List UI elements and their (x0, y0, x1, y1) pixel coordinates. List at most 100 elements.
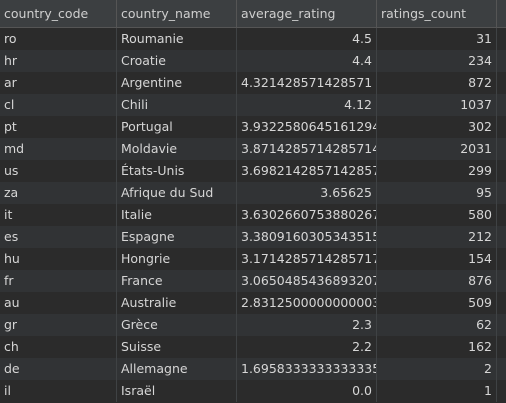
cell-average-rating[interactable]: 3.6982142857142857 (237, 160, 377, 182)
table-row[interactable]: de Allemagne 1.6958333333333335 2 (0, 358, 506, 380)
table-row[interactable]: pt Portugal 3.9322580645161294 302 (0, 116, 506, 138)
cell-filler (497, 336, 506, 358)
cell-ratings-count[interactable]: 302 (377, 116, 497, 138)
cell-ratings-count[interactable]: 299 (377, 160, 497, 182)
cell-ratings-count[interactable]: 580 (377, 204, 497, 226)
cell-country-code[interactable]: fr (0, 270, 117, 292)
table-row[interactable]: es Espagne 3.3809160305343515 212 (0, 226, 506, 248)
cell-country-code[interactable]: ro (0, 28, 117, 50)
cell-country-name[interactable]: Hongrie (117, 248, 237, 270)
cell-average-rating[interactable]: 2.3 (237, 314, 377, 336)
cell-ratings-count[interactable]: 872 (377, 72, 497, 94)
cell-country-code[interactable]: es (0, 226, 117, 248)
cell-country-name[interactable]: Espagne (117, 226, 237, 248)
cell-country-name[interactable]: Portugal (117, 116, 237, 138)
cell-country-code[interactable]: us (0, 160, 117, 182)
table-row[interactable]: cl Chili 4.12 1037 (0, 94, 506, 116)
table-row[interactable]: il Israël 0.0 1 (0, 380, 506, 402)
cell-country-name[interactable]: Suisse (117, 336, 237, 358)
cell-average-rating[interactable]: 3.3809160305343515 (237, 226, 377, 248)
cell-average-rating[interactable]: 0.0 (237, 380, 377, 402)
cell-filler (497, 72, 506, 94)
cell-country-name[interactable]: Allemagne (117, 358, 237, 380)
cell-country-name[interactable]: Chili (117, 94, 237, 116)
cell-country-name[interactable]: Italie (117, 204, 237, 226)
cell-filler (497, 94, 506, 116)
cell-country-name[interactable]: Grèce (117, 314, 237, 336)
cell-filler (497, 248, 506, 270)
cell-country-name[interactable]: Moldavie (117, 138, 237, 160)
cell-filler (497, 116, 506, 138)
cell-country-code[interactable]: za (0, 182, 117, 204)
table-row[interactable]: us États-Unis 3.6982142857142857 299 (0, 160, 506, 182)
cell-ratings-count[interactable]: 212 (377, 226, 497, 248)
cell-average-rating[interactable]: 3.0650485436893207 (237, 270, 377, 292)
cell-filler (497, 138, 506, 160)
cell-average-rating[interactable]: 4.5 (237, 28, 377, 50)
table-row[interactable]: za Afrique du Sud 3.65625 95 (0, 182, 506, 204)
cell-average-rating[interactable]: 2.8312500000000003 (237, 292, 377, 314)
table-row[interactable]: md Moldavie 3.8714285714285714 2031 (0, 138, 506, 160)
cell-average-rating[interactable]: 4.4 (237, 50, 377, 72)
cell-country-code[interactable]: it (0, 204, 117, 226)
cell-ratings-count[interactable]: 95 (377, 182, 497, 204)
cell-country-code[interactable]: gr (0, 314, 117, 336)
table-row[interactable]: au Australie 2.8312500000000003 509 (0, 292, 506, 314)
cell-average-rating[interactable]: 4.12 (237, 94, 377, 116)
cell-ratings-count[interactable]: 1037 (377, 94, 497, 116)
cell-country-code[interactable]: de (0, 358, 117, 380)
cell-country-code[interactable]: au (0, 292, 117, 314)
column-header-country-code[interactable]: country_code (0, 0, 117, 27)
column-header-ratings-count[interactable]: ratings_count (377, 0, 497, 27)
column-header-country-name[interactable]: country_name (117, 0, 237, 27)
cell-country-code[interactable]: hr (0, 50, 117, 72)
cell-ratings-count[interactable]: 154 (377, 248, 497, 270)
cell-average-rating[interactable]: 2.2 (237, 336, 377, 358)
cell-average-rating[interactable]: 3.6302660753880267 (237, 204, 377, 226)
table-row[interactable]: gr Grèce 2.3 62 (0, 314, 506, 336)
cell-ratings-count[interactable]: 234 (377, 50, 497, 72)
cell-ratings-count[interactable]: 62 (377, 314, 497, 336)
cell-country-name[interactable]: Argentine (117, 72, 237, 94)
cell-average-rating[interactable]: 3.65625 (237, 182, 377, 204)
cell-country-name[interactable]: Afrique du Sud (117, 182, 237, 204)
cell-country-code[interactable]: md (0, 138, 117, 160)
cell-filler (497, 204, 506, 226)
cell-ratings-count[interactable]: 2031 (377, 138, 497, 160)
cell-country-name[interactable]: Australie (117, 292, 237, 314)
cell-country-code[interactable]: ar (0, 72, 117, 94)
table-row[interactable]: hu Hongrie 3.1714285714285717 154 (0, 248, 506, 270)
table-row[interactable]: ro Roumanie 4.5 31 (0, 28, 506, 50)
cell-country-name[interactable]: Croatie (117, 50, 237, 72)
cell-average-rating[interactable]: 1.6958333333333335 (237, 358, 377, 380)
cell-country-code[interactable]: pt (0, 116, 117, 138)
cell-country-code[interactable]: hu (0, 248, 117, 270)
table-row[interactable]: hr Croatie 4.4 234 (0, 50, 506, 72)
cell-country-code[interactable]: ch (0, 336, 117, 358)
cell-average-rating[interactable]: 3.9322580645161294 (237, 116, 377, 138)
cell-average-rating[interactable]: 3.8714285714285714 (237, 138, 377, 160)
cell-country-code[interactable]: cl (0, 94, 117, 116)
cell-ratings-count[interactable]: 162 (377, 336, 497, 358)
cell-country-name[interactable]: États-Unis (117, 160, 237, 182)
cell-country-code[interactable]: il (0, 380, 117, 402)
table-header: country_code country_name average_rating… (0, 0, 506, 28)
table-row[interactable]: ch Suisse 2.2 162 (0, 336, 506, 358)
cell-ratings-count[interactable]: 509 (377, 292, 497, 314)
table-row[interactable]: ar Argentine 4.321428571428571 872 (0, 72, 506, 94)
cell-ratings-count[interactable]: 1 (377, 380, 497, 402)
column-header-filler (497, 0, 506, 27)
cell-average-rating[interactable]: 4.321428571428571 (237, 72, 377, 94)
cell-ratings-count[interactable]: 2 (377, 358, 497, 380)
cell-filler (497, 380, 506, 402)
cell-ratings-count[interactable]: 876 (377, 270, 497, 292)
cell-country-name[interactable]: France (117, 270, 237, 292)
table-row[interactable]: it Italie 3.6302660753880267 580 (0, 204, 506, 226)
cell-ratings-count[interactable]: 31 (377, 28, 497, 50)
cell-filler (497, 50, 506, 72)
cell-average-rating[interactable]: 3.1714285714285717 (237, 248, 377, 270)
cell-country-name[interactable]: Israël (117, 380, 237, 402)
column-header-average-rating[interactable]: average_rating (237, 0, 377, 27)
cell-country-name[interactable]: Roumanie (117, 28, 237, 50)
table-row[interactable]: fr France 3.0650485436893207 876 (0, 270, 506, 292)
